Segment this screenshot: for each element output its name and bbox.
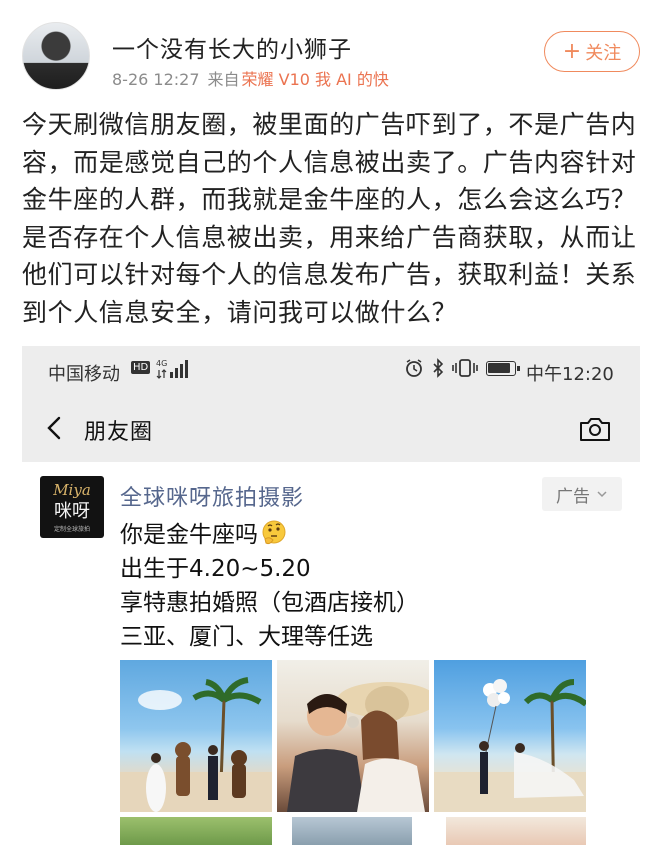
ad-badge[interactable]: 广告 xyxy=(542,477,622,511)
hd-badge: HD xyxy=(131,361,151,374)
from-label: 来自 xyxy=(207,70,240,89)
ad-copy: 你是金牛座吗 出生于4.20~5.20 享特惠拍婚照（包酒店接机） 三亚、厦门、… xyxy=(120,518,419,654)
logo-tagline: 定制全球旅拍 xyxy=(53,526,90,533)
battery-icon xyxy=(486,360,520,376)
status-bar: 中国移动 HD 4G 中午12:20 xyxy=(22,346,640,396)
nav-title: 朋友圈 xyxy=(84,420,154,445)
plus-icon: + xyxy=(562,38,582,64)
post-time: 8-26 12:27 xyxy=(112,70,200,89)
advertiser-name[interactable]: 全球咪呀旅拍摄影 xyxy=(120,480,304,512)
signal-label: 4G xyxy=(156,359,167,368)
status-icons xyxy=(404,358,520,378)
camera-icon[interactable] xyxy=(578,414,612,444)
avatar[interactable] xyxy=(22,22,90,90)
ad-photo[interactable] xyxy=(120,817,272,845)
ad-photo[interactable] xyxy=(434,660,586,812)
ad-badge-label: 广告 xyxy=(556,486,590,507)
back-arrow-icon[interactable] xyxy=(40,413,70,443)
ad-line-text: 你是金牛座吗 xyxy=(120,522,258,548)
device-link[interactable]: 荣耀 V10 我 AI 的快 xyxy=(242,70,389,89)
username[interactable]: 一个没有长大的小狮子 xyxy=(112,30,352,64)
ad-line: 出生于4.20~5.20 xyxy=(120,556,311,582)
follow-button[interactable]: + 关注 xyxy=(544,31,640,72)
ad-line: 三亚、厦门、大理等任选 xyxy=(120,624,373,650)
ad-photo[interactable] xyxy=(292,817,412,845)
ad-line: 享特惠拍婚照（包酒店接机） xyxy=(120,590,419,616)
logo-title: 咪呀 xyxy=(54,501,90,522)
alarm-icon xyxy=(406,359,422,377)
embedded-screenshot[interactable]: 中国移动 HD 4G 中午12:20 朋友圈 Miya 咪呀 定制全球旅拍 全球… xyxy=(22,346,640,845)
couple-closeup-photo xyxy=(287,682,429,812)
ad-photo[interactable] xyxy=(446,817,586,845)
carrier-label: 中国移动 xyxy=(48,364,120,385)
ad-photo[interactable] xyxy=(120,660,272,812)
chevron-down-icon xyxy=(597,491,607,498)
moments-nav-bar: 朋友圈 xyxy=(22,396,640,462)
post-text: 今天刷微信朋友圈，被里面的广告吓到了，不是广告内容，而是感觉自己的个人信息被出卖… xyxy=(22,110,637,327)
signal-icon: 4G xyxy=(156,359,188,379)
ad-photo[interactable] xyxy=(277,660,429,812)
balloon-beach-photo xyxy=(434,679,586,812)
bluetooth-icon xyxy=(433,358,444,378)
vibrate-icon xyxy=(452,359,478,377)
post-meta: 8-26 12:27 来自 荣耀 V10 我 AI 的快 xyxy=(112,66,389,90)
beach-wedding-photo xyxy=(120,677,272,812)
advertiser-logo[interactable]: Miya 咪呀 定制全球旅拍 xyxy=(40,476,104,538)
follow-label: 关注 xyxy=(585,42,622,64)
status-time: 中午12:20 xyxy=(526,364,614,385)
ad-line: 你是金牛座吗 xyxy=(120,518,419,552)
thinking-face-icon xyxy=(262,520,286,545)
